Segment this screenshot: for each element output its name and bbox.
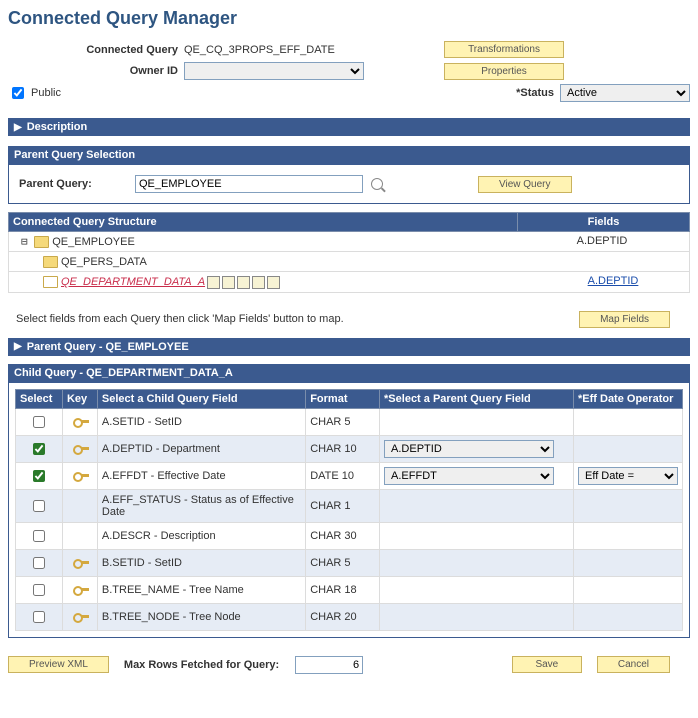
format-cell: CHAR 1 [306,489,380,522]
col-format: Format [306,389,380,408]
description-section-header[interactable]: ▶ Description [8,118,690,136]
child-field-cell: B.SETID - SetID [97,549,305,576]
table-row: B.TREE_NODE - Tree NodeCHAR 20 [16,603,683,630]
tree-node-label[interactable]: QE_EMPLOYEE [52,236,135,248]
parent-query-section-header[interactable]: ▶ Parent Query - QE_EMPLOYEE [8,338,690,356]
format-cell: DATE 10 [306,462,380,489]
owner-id-label: Owner ID [8,65,178,77]
table-row: B.TREE_NAME - Tree NameCHAR 18 [16,576,683,603]
parent-query-selection-body: Parent Query: View Query [8,164,690,204]
row-select-checkbox[interactable] [33,530,45,542]
child-field-cell: A.SETID - SetID [97,408,305,435]
col-eff-date: *Eff Date Operator [574,389,683,408]
parent-query-label: Parent Query: [19,178,129,190]
cancel-button[interactable]: Cancel [597,656,670,673]
tree-row: QE_DEPARTMENT_DATA_A A.DEPTID [8,272,690,293]
key-icon [73,470,87,480]
tree-node-label[interactable]: QE_DEPARTMENT_DATA_A [61,276,205,288]
child-field-cell: A.EFF_STATUS - Status as of Effective Da… [97,489,305,522]
tree-fields-value[interactable]: A.DEPTID [588,275,639,287]
toolbar-icon[interactable] [207,276,220,289]
key-icon [73,611,87,621]
parent-field-select[interactable]: A.EFFDT [384,467,554,485]
row-select-checkbox[interactable] [33,443,45,455]
format-cell: CHAR 5 [306,549,380,576]
parent-query-input[interactable] [135,175,363,193]
search-icon[interactable] [371,178,383,190]
owner-id-select[interactable] [184,62,364,80]
preview-xml-button[interactable]: Preview XML [8,656,109,673]
structure-column-header: Connected Query Structure [9,213,518,232]
child-field-cell: A.DEPTID - Department [97,435,305,462]
save-button[interactable]: Save [512,656,582,673]
format-cell: CHAR 20 [306,603,380,630]
table-row: A.EFFDT - Effective DateDATE 10A.EFFDT Ef… [16,462,683,489]
eff-date-select[interactable]: Eff Date = [578,467,678,485]
parent-field-select[interactable]: A.DEPTID [384,440,554,458]
key-icon [73,557,87,567]
toolbar-icon[interactable] [237,276,250,289]
table-row: B.SETID - SetIDCHAR 5 [16,549,683,576]
row-select-checkbox[interactable] [33,416,45,428]
table-row: A.EFF_STATUS - Status as of Effective Da… [16,489,683,522]
child-query-table: Select Key Select a Child Query Field Fo… [15,389,683,631]
expand-icon[interactable]: ⊟ [21,235,34,248]
row-select-checkbox[interactable] [33,500,45,512]
tree-node-label[interactable]: QE_PERS_DATA [61,256,147,268]
max-rows-input[interactable] [295,656,363,674]
status-select[interactable]: Active [560,84,690,102]
col-key: Key [62,389,97,408]
format-cell: CHAR 10 [306,435,380,462]
folder-icon [34,236,49,248]
col-child-field: Select a Child Query Field [97,389,305,408]
table-row: A.DESCR - DescriptionCHAR 30 [16,522,683,549]
connected-query-value: QE_CQ_3PROPS_EFF_DATE [184,44,424,56]
chevron-right-icon: ▶ [14,341,22,352]
key-icon [73,443,87,453]
child-field-cell: B.TREE_NAME - Tree Name [97,576,305,603]
format-cell: CHAR 5 [306,408,380,435]
row-select-checkbox[interactable] [33,584,45,596]
folder-icon [43,256,58,268]
format-cell: CHAR 30 [306,522,380,549]
parent-query-selection-header: Parent Query Selection [8,146,690,164]
table-row: A.DEPTID - DepartmentCHAR 10A.DEPTID [16,435,683,462]
row-select-checkbox[interactable] [33,470,45,482]
child-query-body: Select Key Select a Child Query Field Fo… [8,382,690,638]
public-label: Public [31,87,61,99]
toolbar-icon[interactable] [252,276,265,289]
map-fields-hint: Select fields from each Query then click… [16,313,344,325]
status-label: *Status [516,87,554,99]
folder-icon [43,276,58,288]
child-field-cell: A.DESCR - Description [97,522,305,549]
toolbar-icon[interactable] [222,276,235,289]
row-select-checkbox[interactable] [33,611,45,623]
child-field-cell: B.TREE_NODE - Tree Node [97,603,305,630]
connected-query-structure-table: Connected Query Structure Fields [8,212,690,232]
child-query-section-header: Child Query - QE_DEPARTMENT_DATA_A [8,364,690,382]
view-query-button[interactable]: View Query [478,176,572,193]
format-cell: CHAR 18 [306,576,380,603]
child-field-cell: A.EFFDT - Effective Date [97,462,305,489]
chevron-right-icon: ▶ [14,122,22,133]
connected-query-label: Connected Query [8,44,178,56]
tree-row: ⊟ QE_EMPLOYEE A.DEPTID [8,232,690,252]
map-fields-button[interactable]: Map Fields [579,311,670,328]
col-select: Select [16,389,63,408]
transformations-button[interactable]: Transformations [444,41,564,58]
key-icon [73,416,87,426]
max-rows-label: Max Rows Fetched for Query: [124,659,279,671]
properties-button[interactable]: Properties [444,63,564,80]
col-parent-field: *Select a Parent Query Field [380,389,574,408]
row-select-checkbox[interactable] [33,557,45,569]
public-checkbox[interactable] [12,87,24,99]
page-title: Connected Query Manager [8,8,690,29]
table-row: A.SETID - SetIDCHAR 5 [16,408,683,435]
tree-fields-value: A.DEPTID [577,235,628,247]
toolbar-icon[interactable] [267,276,280,289]
fields-column-header: Fields [518,213,690,232]
tree-row: QE_PERS_DATA [8,252,690,272]
key-icon [73,584,87,594]
